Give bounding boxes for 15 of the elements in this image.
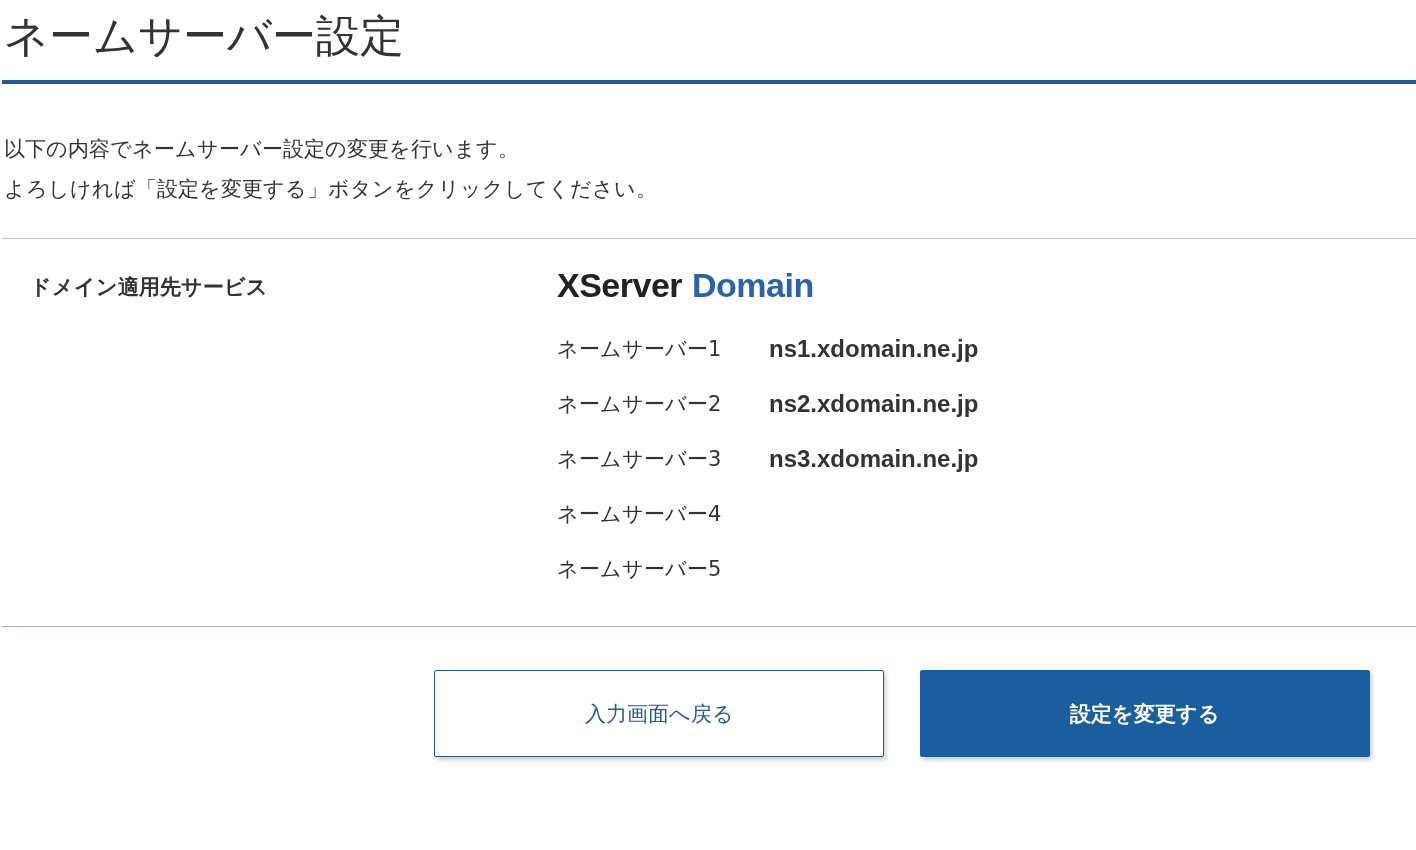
nameserver-label: ネームサーバー3 — [557, 445, 723, 473]
nameserver-value: ns1.xdomain.ne.jp — [769, 334, 979, 363]
nameserver-label: ネームサーバー5 — [557, 555, 723, 583]
nameserver-value: ns3.xdomain.ne.jp — [769, 444, 979, 473]
nameserver-label: ネームサーバー4 — [557, 500, 723, 528]
nameserver-label: ネームサーバー1 — [557, 335, 723, 363]
back-button[interactable]: 入力画面へ戻る — [434, 670, 884, 757]
page-title: ネームサーバー設定 — [4, 9, 405, 63]
instruction-text: 以下の内容でネームサーバー設定の変更を行います。 — [4, 136, 520, 163]
service-logo: XServer Domain — [557, 265, 815, 305]
submit-button[interactable]: 設定を変更する — [920, 670, 1370, 757]
service-label: ドメイン適用先サービス — [29, 274, 269, 301]
nameserver-label: ネームサーバー2 — [557, 390, 723, 418]
instruction-text: よろしければ「設定を変更する」ボタンをクリックしてください。 — [4, 176, 658, 203]
nameserver-value: ns2.xdomain.ne.jp — [769, 389, 979, 418]
